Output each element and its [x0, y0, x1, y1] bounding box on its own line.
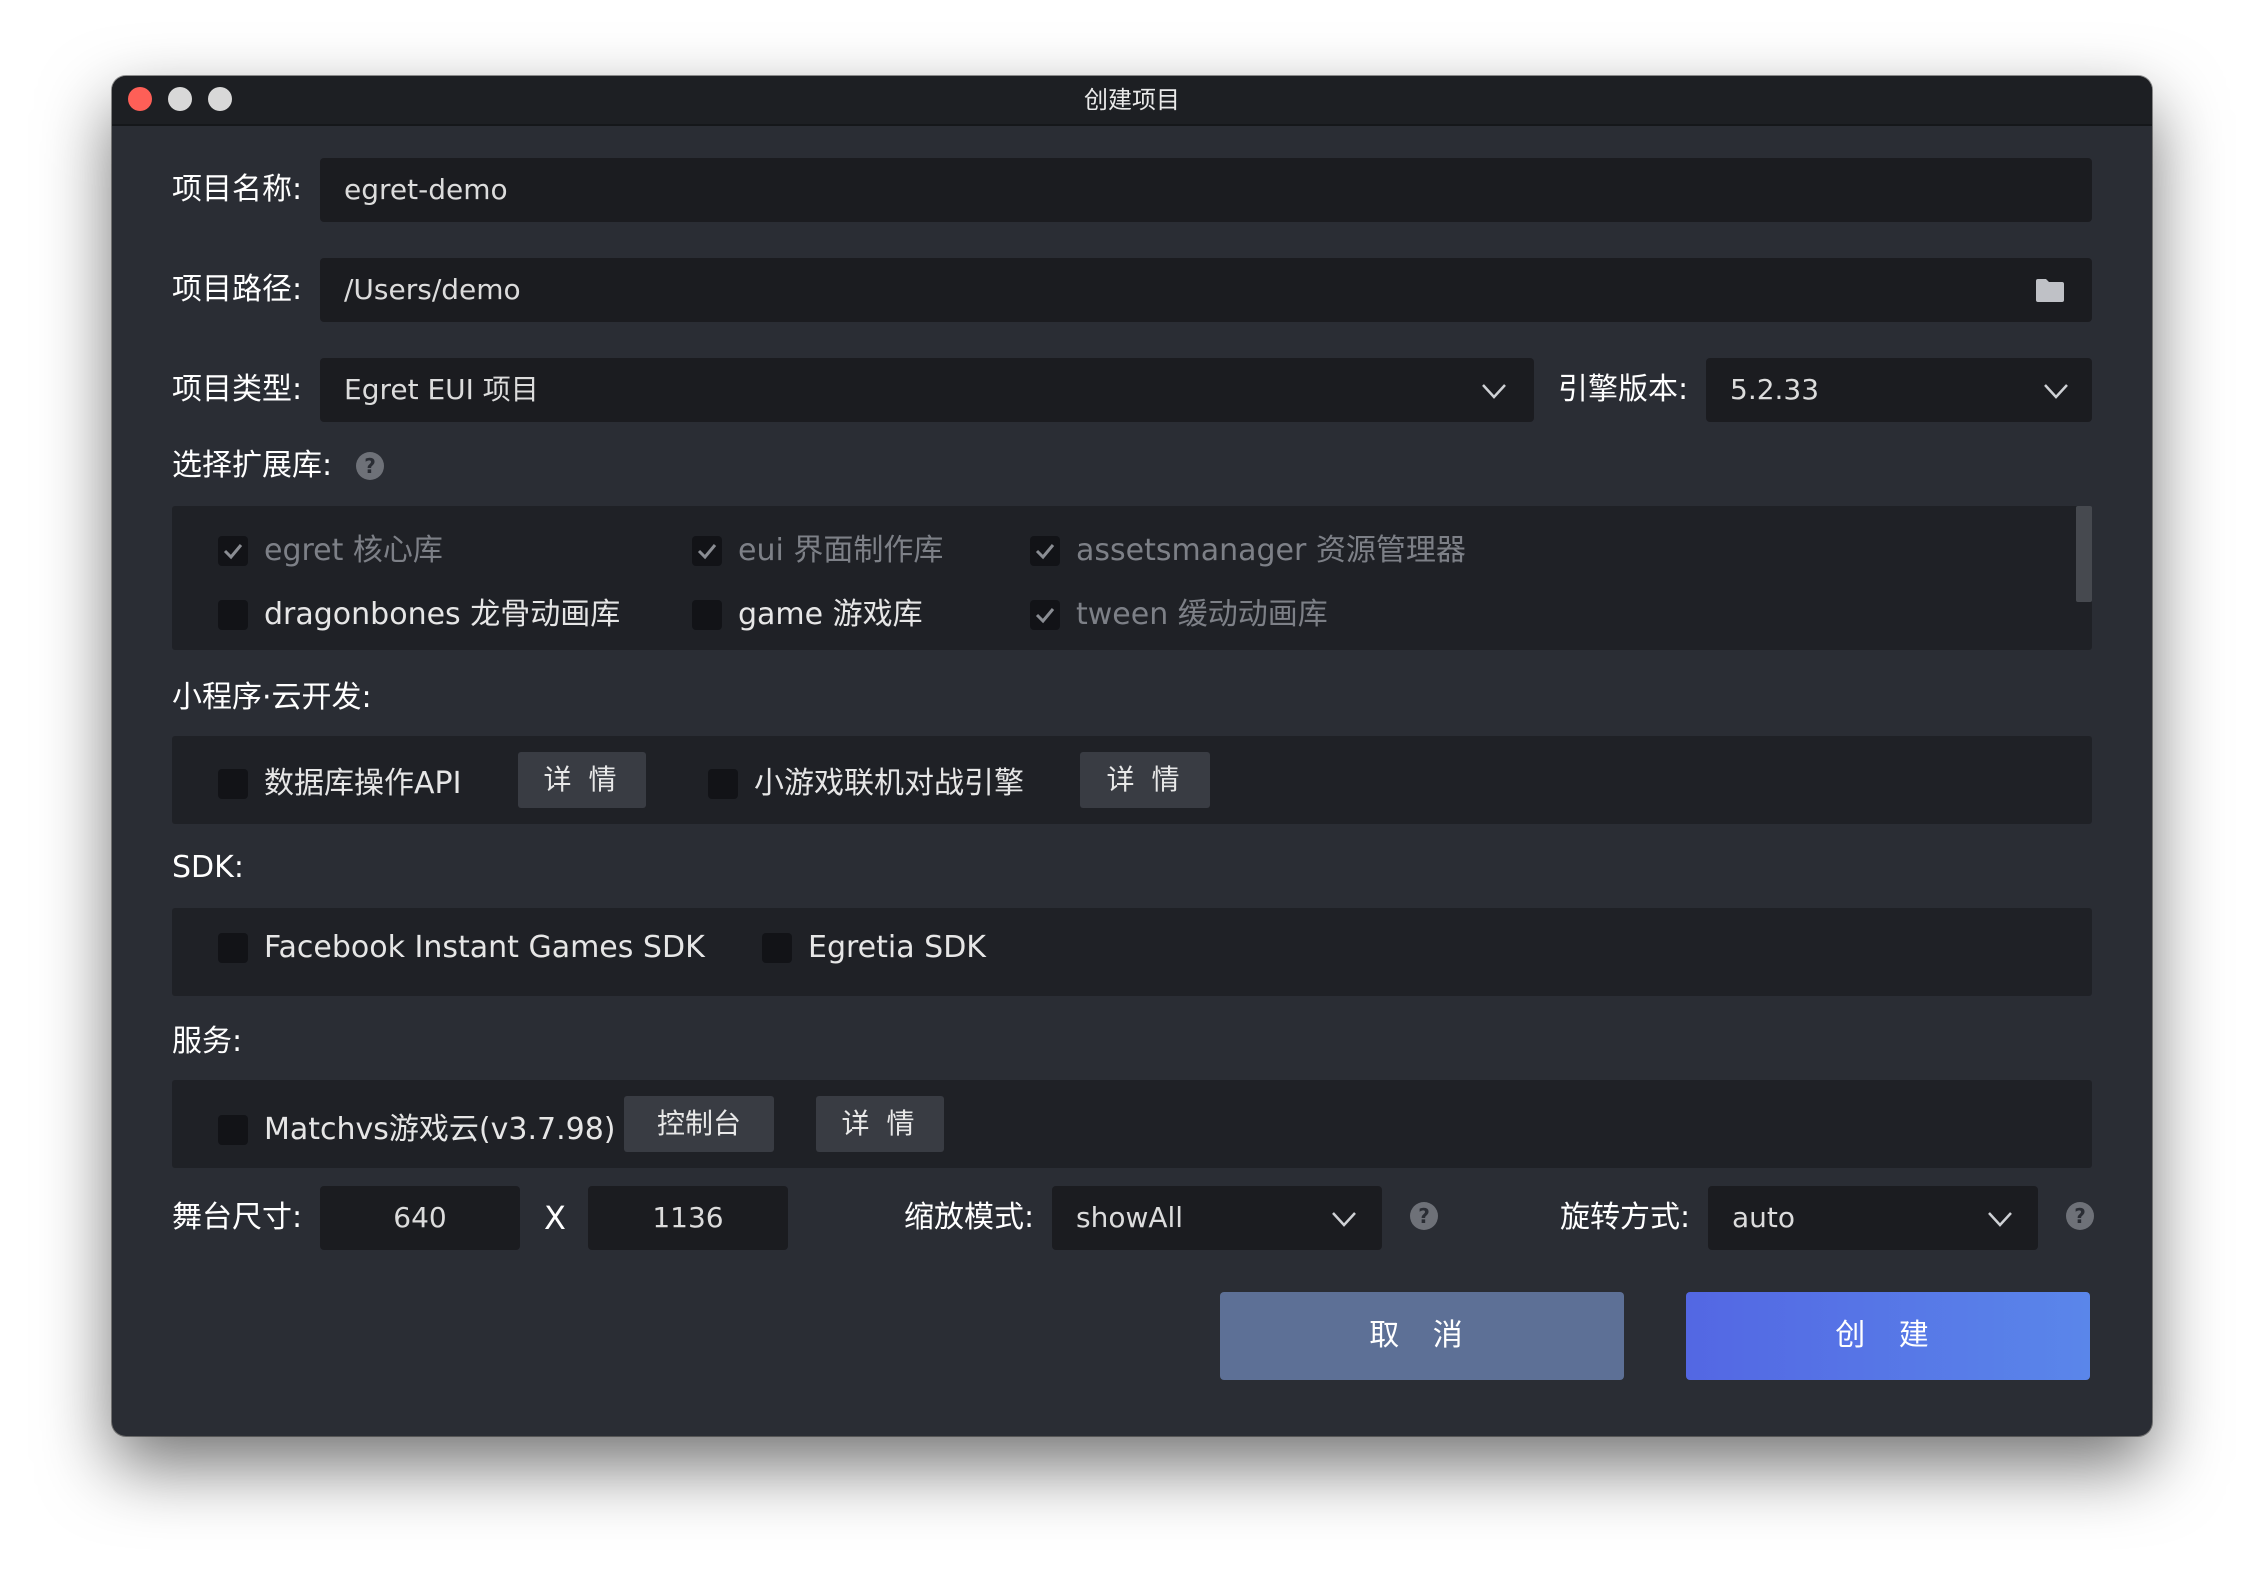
chevron-down-icon — [1482, 384, 1506, 399]
orientation-select[interactable]: auto — [1708, 1186, 2038, 1250]
engine-version-select[interactable]: 5.2.33 — [1706, 358, 2092, 422]
scale-mode-select[interactable]: showAll — [1052, 1186, 1382, 1250]
stage-width-input[interactable]: 640 — [320, 1186, 520, 1250]
help-icon[interactable]: ? — [1410, 1202, 1438, 1230]
cancel-button[interactable]: 取 消 — [1220, 1292, 1624, 1380]
project-type-select[interactable]: Egret EUI 项目 — [320, 358, 1534, 422]
chevron-down-icon — [1988, 1212, 2012, 1227]
scale-mode-label: 缩放模式: — [904, 1200, 1035, 1235]
chevron-down-icon — [2044, 384, 2068, 399]
project-path-input[interactable]: /Users/demo — [320, 258, 2092, 322]
extension-eui-checkbox[interactable] — [692, 536, 722, 566]
database-api-checkbox[interactable] — [218, 769, 248, 799]
extension-assetsmanager-checkbox[interactable] — [1030, 536, 1060, 566]
extension-game-label: game 游戏库 — [738, 597, 923, 632]
help-icon[interactable]: ? — [2066, 1202, 2094, 1230]
extension-tween-label: tween 缓动动画库 — [1076, 597, 1328, 632]
extension-dragonbones-checkbox[interactable] — [218, 600, 248, 630]
project-name-label: 项目名称: — [172, 172, 303, 207]
stage-size-label: 舞台尺寸: — [172, 1200, 303, 1235]
orientation-value: auto — [1732, 1201, 1796, 1234]
extension-tween-checkbox[interactable] — [1030, 600, 1060, 630]
project-path-value: /Users/demo — [344, 273, 521, 306]
services-label: 服务: — [172, 1024, 243, 1059]
project-type-value: Egret EUI 项目 — [344, 373, 539, 406]
extensions-scrollbar[interactable] — [2076, 506, 2092, 602]
extension-game-checkbox[interactable] — [692, 600, 722, 630]
miniprogram-label: 小程序·云开发: — [172, 680, 372, 715]
orientation-label: 旋转方式: — [1560, 1200, 1691, 1235]
engine-version-value: 5.2.33 — [1730, 373, 1820, 406]
multiplayer-engine-label: 小游戏联机对战引擎 — [754, 766, 1024, 801]
project-path-label: 项目路径: — [172, 272, 303, 307]
stage-height-input[interactable]: 1136 — [588, 1186, 788, 1250]
miniprogram-panel: 数据库操作API 详 情 小游戏联机对战引擎 详 情 — [172, 736, 2092, 824]
matchvs-checkbox[interactable] — [218, 1115, 248, 1145]
check-icon — [223, 544, 243, 560]
sdk-panel: Facebook Instant Games SDK Egretia SDK — [172, 908, 2092, 996]
multiplayer-engine-detail-button[interactable]: 详 情 — [1080, 752, 1210, 808]
project-name-input[interactable]: egret-demo — [320, 158, 2092, 222]
check-icon — [697, 544, 717, 560]
stage-size-separator: X — [544, 1199, 566, 1237]
multiplayer-engine-checkbox[interactable] — [708, 769, 738, 799]
check-icon — [1035, 608, 1055, 624]
database-api-detail-button[interactable]: 详 情 — [518, 752, 646, 808]
services-panel: Matchvs游戏云(v3.7.98) 控制台 详 情 — [172, 1080, 2092, 1168]
facebook-sdk-label: Facebook Instant Games SDK — [264, 930, 705, 965]
scale-mode-value: showAll — [1076, 1201, 1184, 1234]
extension-assetsmanager-label: assetsmanager 资源管理器 — [1076, 533, 1466, 568]
check-icon — [1035, 544, 1055, 560]
chevron-down-icon — [1332, 1212, 1356, 1227]
egretia-sdk-checkbox[interactable] — [762, 933, 792, 963]
title-bar: 创建项目 — [112, 76, 2152, 126]
extension-egret-label: egret 核心库 — [264, 533, 443, 568]
matchvs-detail-button[interactable]: 详 情 — [816, 1096, 944, 1152]
project-type-label: 项目类型: — [172, 372, 303, 407]
window-title: 创建项目 — [1084, 86, 1180, 114]
egretia-sdk-label: Egretia SDK — [808, 930, 986, 965]
extensions-panel: egret 核心库 eui 界面制作库 assetsmanager 资源管理器 … — [172, 506, 2092, 650]
matchvs-label: Matchvs游戏云(v3.7.98) — [264, 1112, 616, 1147]
engine-version-label: 引擎版本: — [1558, 372, 1689, 407]
help-icon[interactable]: ? — [356, 452, 384, 480]
database-api-label: 数据库操作API — [264, 766, 462, 801]
extension-egret-checkbox[interactable] — [218, 536, 248, 566]
create-project-window: 创建项目 项目名称: egret-demo 项目路径: /Users/demo … — [112, 76, 2152, 1436]
matchvs-console-button[interactable]: 控制台 — [624, 1096, 774, 1152]
extension-dragonbones-label: dragonbones 龙骨动画库 — [264, 597, 621, 632]
create-button[interactable]: 创 建 — [1686, 1292, 2090, 1380]
folder-icon[interactable] — [2036, 278, 2064, 302]
extensions-label: 选择扩展库: — [172, 448, 333, 483]
extension-eui-label: eui 界面制作库 — [738, 533, 944, 568]
sdk-label: SDK: — [172, 850, 244, 885]
facebook-sdk-checkbox[interactable] — [218, 933, 248, 963]
